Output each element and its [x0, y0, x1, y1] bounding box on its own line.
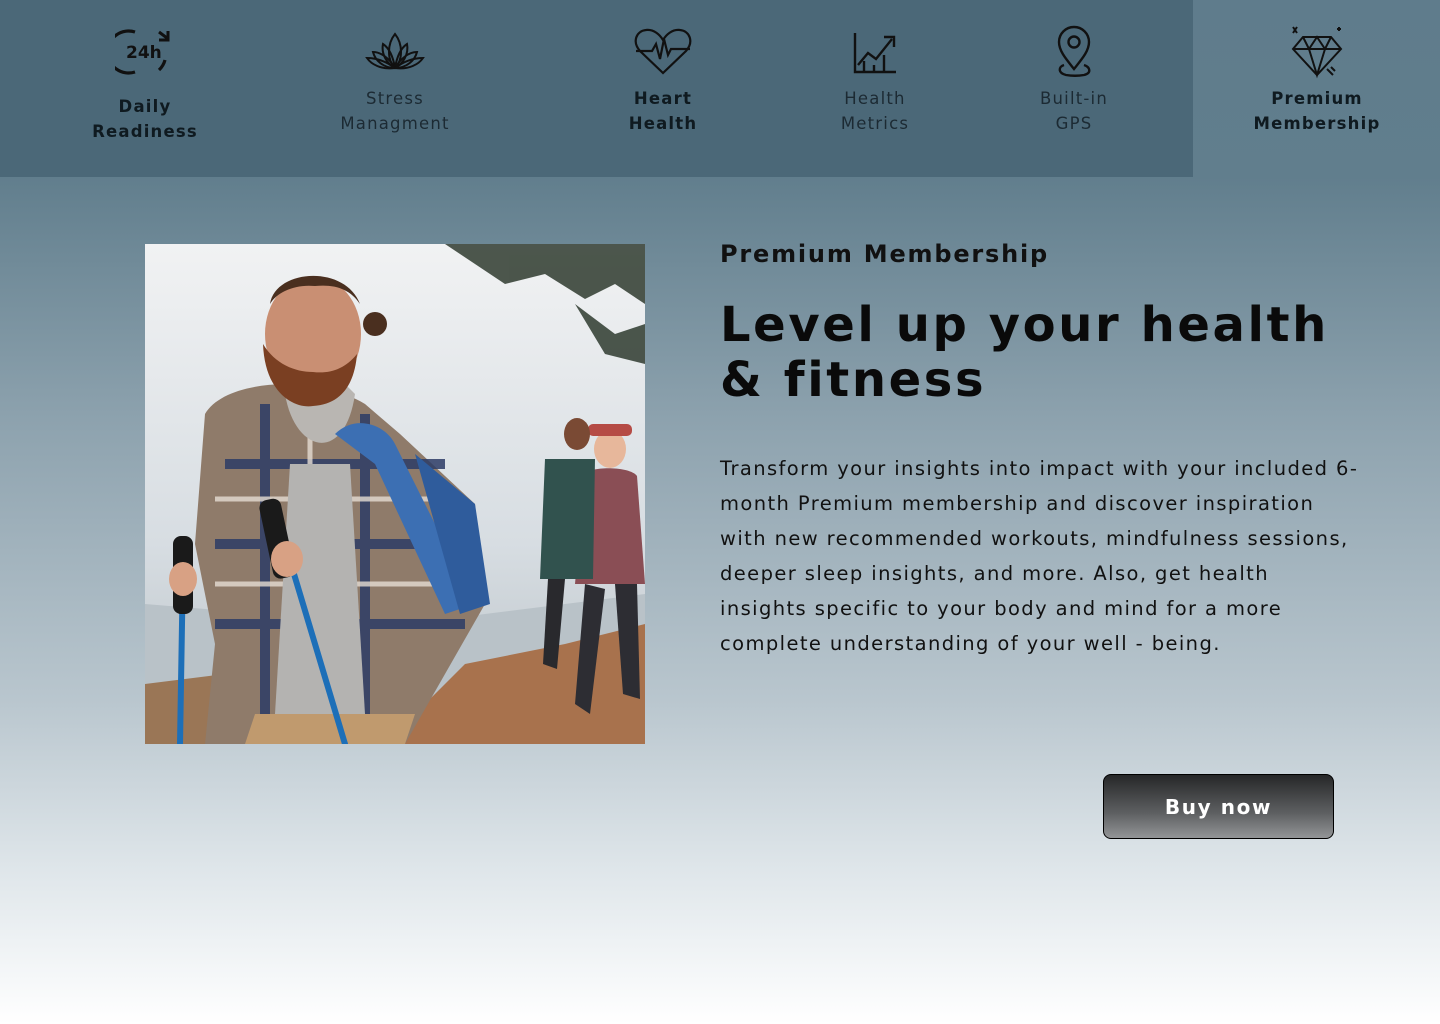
- lotus-icon: [363, 24, 427, 80]
- diamond-icon: [1285, 24, 1349, 80]
- feature-stress-management[interactable]: Stress Managment: [330, 24, 460, 136]
- hikers-photo: [145, 244, 645, 744]
- svg-text:24h: 24h: [126, 43, 162, 63]
- feature-label: Premium Membership: [1253, 89, 1381, 133]
- 24h-icon: 24h: [113, 24, 177, 80]
- feature-label: Health Metrics: [840, 89, 910, 133]
- feature-built-in-gps[interactable]: Built-in GPS: [1024, 24, 1124, 136]
- feature-label: Daily Readiness: [92, 97, 198, 141]
- buy-now-button[interactable]: Buy now: [1103, 774, 1334, 839]
- feature-daily-readiness[interactable]: 24h Daily Readiness: [92, 24, 198, 144]
- feature-nav: 24h Daily Readiness Stress Managment Hea…: [0, 0, 1440, 177]
- heart-pulse-icon: [631, 24, 695, 80]
- section-body: Transform your insights into impact with…: [720, 457, 1359, 655]
- feature-label: Heart Health: [628, 89, 698, 133]
- feature-premium-membership[interactable]: Premium Membership: [1252, 24, 1382, 136]
- section-headline: Level up your health & fitness: [720, 297, 1329, 408]
- section-eyebrow: Premium Membership: [720, 240, 1050, 268]
- feature-health-metrics[interactable]: Health Metrics: [825, 24, 925, 136]
- feature-label: Built-in GPS: [1039, 89, 1108, 133]
- feature-heart-health[interactable]: Heart Health: [613, 24, 713, 136]
- trend-chart-icon: [843, 24, 907, 80]
- feature-label: Stress Managment: [340, 89, 450, 133]
- location-pin-icon: [1042, 24, 1106, 80]
